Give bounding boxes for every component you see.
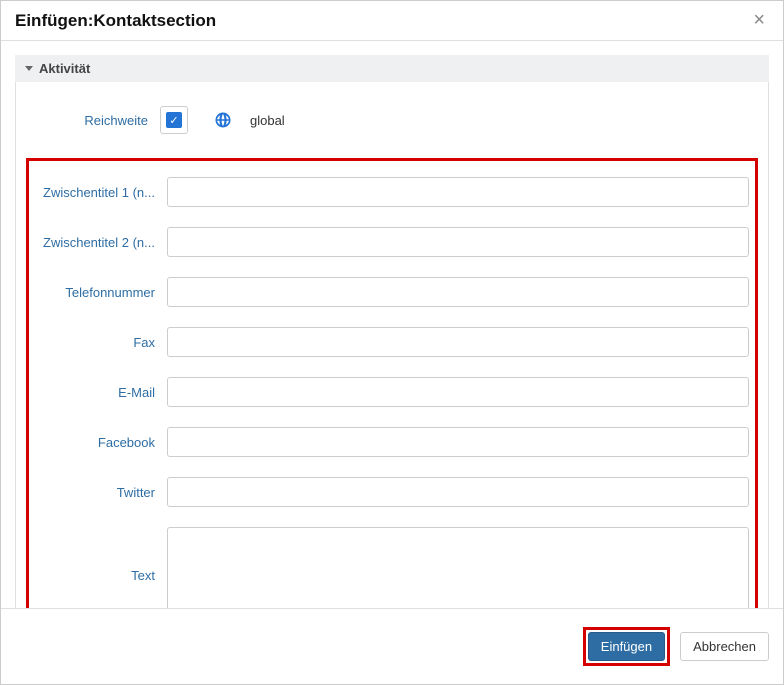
row-reichweite: Reichweite ✓ global: [28, 94, 756, 158]
row-zwischentitel2: Zwischentitel 2 (n...: [35, 217, 749, 267]
row-email: E-Mail: [35, 367, 749, 417]
caret-down-icon: [25, 66, 33, 71]
row-text: Text: [35, 517, 749, 608]
highlighted-fields-box: Zwischentitel 1 (n... Zwischentitel 2 (n…: [26, 158, 758, 608]
text-label: Text: [35, 568, 155, 583]
fax-input[interactable]: [167, 327, 749, 357]
facebook-label: Facebook: [35, 435, 155, 450]
close-button[interactable]: ×: [749, 9, 769, 32]
modal-title: Einfügen:Kontaktsection: [15, 11, 216, 31]
section-header-aktivitaet[interactable]: Aktivität: [15, 55, 769, 82]
section-header-label: Aktivität: [39, 61, 90, 76]
row-twitter: Twitter: [35, 467, 749, 517]
zwischentitel1-input[interactable]: [167, 177, 749, 207]
zwischentitel2-label: Zwischentitel 2 (n...: [35, 235, 155, 250]
modal-header: Einfügen:Kontaktsection ×: [1, 1, 783, 41]
row-fax: Fax: [35, 317, 749, 367]
facebook-input[interactable]: [167, 427, 749, 457]
zwischentitel1-label: Zwischentitel 1 (n...: [35, 185, 155, 200]
email-input[interactable]: [167, 377, 749, 407]
twitter-input[interactable]: [167, 477, 749, 507]
zwischentitel2-input[interactable]: [167, 227, 749, 257]
reichweite-label: Reichweite: [28, 113, 148, 128]
reichweite-checkbox[interactable]: ✓: [160, 106, 188, 134]
modal-body: Aktivität Reichweite ✓ global Zwischenti…: [1, 41, 783, 608]
telefon-label: Telefonnummer: [35, 285, 155, 300]
row-facebook: Facebook: [35, 417, 749, 467]
insert-contact-modal: Einfügen:Kontaktsection × Aktivität Reic…: [0, 0, 784, 685]
twitter-label: Twitter: [35, 485, 155, 500]
cancel-button[interactable]: Abbrechen: [680, 632, 769, 661]
insert-button[interactable]: Einfügen: [588, 632, 665, 661]
highlighted-primary-button-wrap: Einfügen: [583, 627, 670, 666]
row-telefon: Telefonnummer: [35, 267, 749, 317]
text-textarea[interactable]: [167, 527, 749, 608]
telefon-input[interactable]: [167, 277, 749, 307]
globe-icon: [214, 111, 232, 129]
check-icon: ✓: [166, 112, 182, 128]
reichweite-value: global: [250, 113, 285, 128]
row-zwischentitel1: Zwischentitel 1 (n...: [35, 167, 749, 217]
modal-footer: Einfügen Abbrechen: [1, 608, 783, 684]
section-body: Reichweite ✓ global Zwischentitel 1 (n..…: [15, 82, 769, 608]
email-label: E-Mail: [35, 385, 155, 400]
fax-label: Fax: [35, 335, 155, 350]
